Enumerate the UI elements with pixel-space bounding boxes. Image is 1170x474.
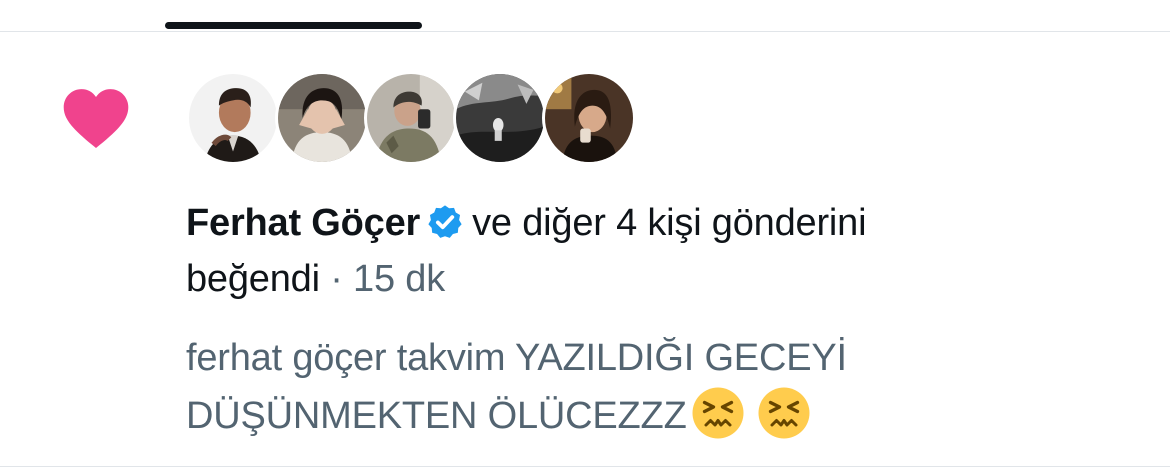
tweet-text-line-2: DÜŞÜNMEKTEN ÖLÜCEZZZ [186, 395, 687, 437]
confounded-face-icon [691, 386, 745, 440]
active-tab-indicator [165, 22, 422, 29]
separator: · [330, 258, 343, 300]
confounded-face-icon [757, 386, 811, 440]
divider [0, 466, 1170, 467]
timestamp: 15 dk [353, 258, 446, 300]
action-text-cont: beğendi [186, 258, 320, 300]
avatar[interactable] [364, 71, 458, 165]
tweet-text-line-1: ferhat göçer takvim YAZILDIĞI GECEYİ [186, 337, 847, 379]
avatar[interactable] [186, 71, 280, 165]
avatar[interactable] [453, 71, 547, 165]
notification-text: Ferhat Göçer ve diğer 4 kişi gönderini be… [186, 195, 1086, 307]
user-name-link[interactable]: Ferhat Göçer [186, 202, 420, 244]
divider [0, 31, 1170, 32]
action-text: ve diğer 4 kişi gönderini [472, 202, 867, 244]
tweet-preview[interactable]: ferhat göçer takvim YAZILDIĞI GECEYİ DÜŞ… [186, 330, 1086, 444]
avatar[interactable] [542, 71, 636, 165]
avatar[interactable] [275, 71, 369, 165]
verified-badge-icon [426, 201, 464, 239]
liker-avatars[interactable] [186, 71, 656, 167]
heart-icon [62, 86, 130, 150]
